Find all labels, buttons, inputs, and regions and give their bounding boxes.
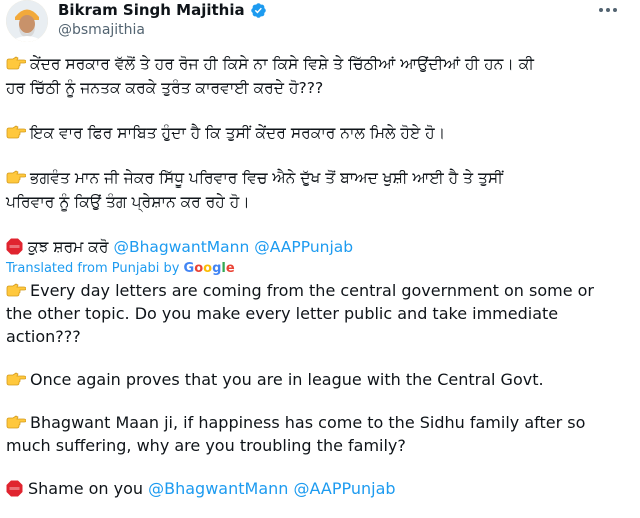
pointing-right-emoji-icon bbox=[6, 122, 27, 139]
original-p2-line1: ਇਕ ਵਾਰ ਫਿਰ ਸਾਬਿਤ ਹੁੰਦਾ ਹੈ ਕਿ ਤੁਸੀਂ ਕੇਂਦਰ… bbox=[30, 124, 446, 142]
translation-p3-line2: much suffering, why are you troubling th… bbox=[6, 436, 406, 455]
original-p1-line1: ਕੇਂਦਰ ਸਰਕਾਰ ਵੱਲੋਂ ਤੇ ਹਰ ਰੋਜ ਹੀ ਕਿਸੇ ਨਾ ਕ… bbox=[30, 55, 534, 73]
original-p1-line2: ਹਰ ਚਿੱਠੀ ਨੂੰ ਜਨਤਕ ਕਰਕੇ ਤੁਰੰਤ ਕਾਰਵਾਈ ਕਰਦੇ… bbox=[6, 79, 324, 97]
original-p4-text: ਕੁਝ ਸ਼ਰਮ ਕਰੋ bbox=[28, 238, 109, 256]
pointing-right-emoji-icon bbox=[6, 53, 27, 70]
translation-p4-text: Shame on you bbox=[28, 479, 144, 498]
translation-p2-line1: Once again proves that you are in league… bbox=[30, 370, 544, 389]
mention-bhagwantmann[interactable]: @BhagwantMann bbox=[148, 479, 288, 498]
original-paragraph-4: ਕੁਝ ਸ਼ਰਮ ਕਰੋ @BhagwantMann @AAPPunjab bbox=[6, 235, 616, 259]
pointing-right-emoji-icon bbox=[6, 280, 27, 297]
original-p3-line1: ਭਗਵੰਤ ਮਾਨ ਜੀ ਜੇਕਰ ਸਿੱਧੂ ਪਰਿਵਾਰ ਵਿਚ ਐਨੇ ਦ… bbox=[30, 169, 503, 187]
stop-sign-emoji-icon bbox=[6, 480, 23, 497]
translation-p1-line1: Every day letters are coming from the ce… bbox=[30, 281, 594, 300]
pointing-right-emoji-icon bbox=[6, 167, 27, 184]
translation-paragraph-1: Every day letters are coming from the ce… bbox=[6, 279, 616, 348]
author-handle[interactable]: @bsmajithia bbox=[58, 20, 145, 40]
avatar[interactable] bbox=[6, 0, 48, 42]
mention-aappunjab[interactable]: @AAPPunjab bbox=[294, 479, 396, 498]
translation-paragraph-3: Bhagwant Maan ji, if happiness has come … bbox=[6, 411, 616, 457]
stop-sign-emoji-icon bbox=[6, 238, 23, 255]
mention-aappunjab[interactable]: @AAPPunjab bbox=[254, 238, 353, 256]
verified-badge-icon bbox=[250, 2, 267, 19]
translation-paragraph-4: Shame on you @BhagwantMann @AAPPunjab bbox=[6, 477, 616, 500]
translation-p3-line1: Bhagwant Maan ji, if happiness has come … bbox=[30, 413, 586, 432]
tweet-body: ਕੇਂਦਰ ਸਰਕਾਰ ਵੱਲੋਂ ਤੇ ਹਰ ਰੋਜ ਹੀ ਕਿਸੇ ਨਾ ਕ… bbox=[6, 52, 616, 500]
author-name[interactable]: Bikram Singh Majithia bbox=[58, 0, 245, 20]
mention-bhagwantmann[interactable]: @BhagwantMann bbox=[113, 238, 249, 256]
google-logo: Google bbox=[183, 261, 235, 276]
translation-attribution[interactable]: Translated from Punjabi by Google bbox=[6, 259, 616, 279]
translation-p1-line2: the other topic. Do you make every lette… bbox=[6, 304, 559, 323]
translation-label: Translated from Punjabi by bbox=[6, 261, 180, 276]
original-paragraph-1: ਕੇਂਦਰ ਸਰਕਾਰ ਵੱਲੋਂ ਤੇ ਹਰ ਰੋਜ ਹੀ ਕਿਸੇ ਨਾ ਕ… bbox=[6, 52, 616, 100]
original-paragraph-2: ਇਕ ਵਾਰ ਫਿਰ ਸਾਬਿਤ ਹੁੰਦਾ ਹੈ ਕਿ ਤੁਸੀਂ ਕੇਂਦਰ… bbox=[6, 121, 616, 145]
more-options-icon[interactable] bbox=[596, 2, 620, 18]
original-paragraph-3: ਭਗਵੰਤ ਮਾਨ ਜੀ ਜੇਕਰ ਸਿੱਧੂ ਪਰਿਵਾਰ ਵਿਚ ਐਨੇ ਦ… bbox=[6, 166, 616, 214]
original-p3-line2: ਪਰਿਵਾਰ ਨੂੰ ਕਿਉਂ ਤੰਗ ਪ੍ਰੇਸ਼ਾਨ ਕਰ ਰਹੇ ਹੋ। bbox=[6, 193, 250, 211]
translation-paragraph-2: Once again proves that you are in league… bbox=[6, 368, 616, 391]
tweet-header: Bikram Singh Majithia @bsmajithia bbox=[0, 0, 640, 44]
translation-p1-line3: action??? bbox=[6, 327, 81, 346]
pointing-right-emoji-icon bbox=[6, 369, 27, 386]
author-row: Bikram Singh Majithia bbox=[58, 0, 267, 20]
pointing-right-emoji-icon bbox=[6, 412, 27, 429]
